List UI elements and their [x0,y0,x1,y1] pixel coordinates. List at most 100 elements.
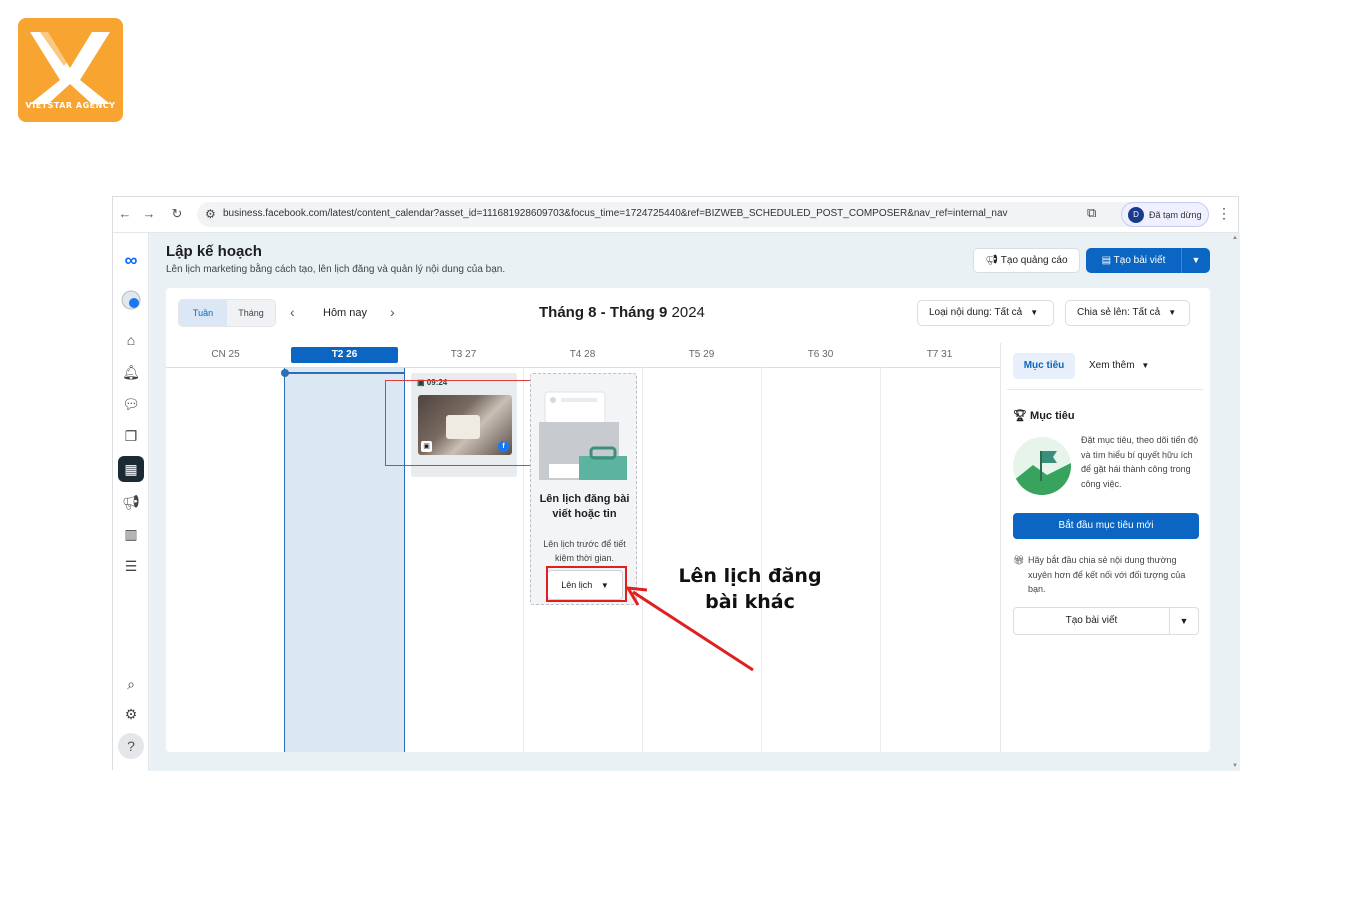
page-title: Lập kế hoạch [166,243,262,260]
grid-line [642,367,643,752]
browser-window: ← → ↻ ⚙ business.facebook.com/latest/con… [112,196,1240,771]
day-header[interactable]: T5 29 [642,343,761,367]
highlight-box-post [385,380,535,466]
profile-button[interactable]: D Đã tạm dừng [1121,202,1209,227]
day-header[interactable]: T7 31 [880,343,999,367]
day-header-label: T4 28 [569,349,596,360]
planner-main: Lập kế hoạch Lên lịch marketing bằng các… [150,233,1240,771]
highlight-box-schedule [546,566,627,602]
goal-description: Đặt mục tiêu, theo dõi tiến độ và tìm hi… [1081,435,1199,489]
calendar-planner-icon[interactable]: ▦ [118,456,144,482]
panel-divider [1007,389,1203,390]
day-header-label: T2 26 [291,347,398,363]
home-icon[interactable]: ⌂ [118,327,144,353]
current-time-line [284,372,405,374]
create-post-dropdown[interactable]: ▼ [1181,248,1210,273]
grid-line [880,367,881,752]
content-type-label: Loại nội dung: Tất cả [929,307,1023,318]
create-ad-button[interactable]: 📢︎ Tạo quảng cáo [973,248,1080,273]
address-bar[interactable]: ⚙ business.facebook.com/latest/content_c… [197,202,1185,227]
all-tools-menu-icon[interactable]: ☰ [118,553,144,579]
prev-week-chevron-icon[interactable]: ‹ [290,304,295,320]
post-icon: ▤ [1101,255,1112,266]
tab-goals[interactable]: Mục tiêu [1013,353,1075,379]
annotation-line-1: Lên lịch đăng [678,565,822,587]
calendar-panel: Tuần Tháng ‹ Hôm nay › Tháng 8 - Tháng 9… [166,288,1210,752]
annotation-text: Lên lịch đăng bài khác [665,563,835,615]
menu-kebab-icon[interactable]: ⋮ [1217,205,1231,222]
day-header[interactable]: CN 25 [166,343,285,367]
day-header[interactable]: T6 30 [761,343,880,367]
date-range-year: 2024 [671,304,705,321]
gift-icon: 🎁︎ [1013,555,1025,565]
side-create-post-dropdown[interactable]: ▼ [1169,607,1199,635]
left-sidebar: ∞ ⌂ 🔔︎ 💬︎ ❐ ▦ 📢︎ ▥ ☰ ⌕ ⚙ ? [113,233,149,771]
reload-icon[interactable]: ↻ [169,206,185,222]
forward-icon[interactable]: → [141,206,157,221]
meta-logo-icon[interactable]: ∞ [118,247,144,273]
annotation-line-2: bài khác [705,591,795,613]
notifications-bell-icon[interactable]: 🔔︎ [118,359,144,385]
content-type-filter[interactable]: Loại nội dung: Tất cả ▼ [917,300,1054,326]
create-ad-label: Tạo quảng cáo [1000,255,1068,266]
site-settings-icon[interactable]: ⚙ [205,207,216,221]
today-button[interactable]: Hôm nay [323,307,367,319]
megaphone-icon: 📢︎ [985,255,999,266]
day-header-label: T7 31 [926,349,953,360]
tab-month[interactable]: Tháng [227,300,275,326]
share-to-label: Chia sẻ lên: Tất cả [1077,307,1161,318]
next-week-chevron-icon[interactable]: › [390,304,395,320]
day-header-label: CN 25 [211,349,240,360]
create-post-button[interactable]: ▤ Tạo bài viết [1086,248,1181,273]
ads-megaphone-icon[interactable]: 📢︎ [118,489,144,515]
tab-week[interactable]: Tuần [179,300,227,326]
date-range: Tháng 8 - Tháng 9 2024 [539,304,705,321]
date-range-months: Tháng 8 - Tháng 9 [539,304,668,321]
search-icon[interactable]: ⌕ [118,671,144,697]
goals-side-panel: Mục tiêu Xem thêm ▼ 🏆︎ Mục tiêu Đặt mục … [1000,343,1210,752]
back-icon[interactable]: ← [117,206,133,221]
page-subtitle: Lên lịch marketing bằng cách tạo, lên lị… [166,264,506,275]
side-create-post-button[interactable]: Tạo bài viết [1013,607,1170,635]
caret-down-icon: ▼ [1168,308,1177,317]
scroll-down-icon[interactable]: ▼ [1232,763,1238,769]
caret-down-icon: ▼ [1030,308,1039,317]
settings-gear-icon[interactable]: ⚙ [118,701,144,727]
extensions-icon[interactable]: ⧉ [1087,205,1096,221]
goal-flag-illustration [1013,437,1071,495]
start-new-goal-button[interactable]: Bắt đầu mục tiêu mới [1013,513,1199,539]
share-tip-text: Hãy bắt đầu chia sẻ nội dung thường xuyê… [1028,555,1186,594]
caret-down-icon: ▼ [1141,361,1150,370]
grid-line [761,367,762,752]
day-header[interactable]: T2 26 [285,343,404,367]
tab-see-more[interactable]: Xem thêm ▼ [1089,353,1149,379]
insights-chart-icon[interactable]: ▥ [118,521,144,547]
profile-label: Đã tạm dừng [1149,210,1202,220]
view-toggle: Tuần Tháng [178,299,276,327]
content-icon[interactable]: ❐ [118,423,144,449]
share-tip: 🎁︎ Hãy bắt đầu chia sẻ nội dung thường x… [1013,553,1203,597]
url-text[interactable]: business.facebook.com/latest/content_cal… [223,208,1043,219]
current-time-dot [281,369,289,377]
avatar: D [1128,207,1144,223]
goals-heading: 🏆︎ Mục tiêu [1013,409,1075,422]
help-icon[interactable]: ? [118,733,144,759]
share-to-filter[interactable]: Chia sẻ lên: Tất cả ▼ [1065,300,1190,326]
day-header[interactable]: T3 27 [404,343,523,367]
day-header-label: T5 29 [688,349,715,360]
day-header-label: T6 30 [807,349,834,360]
see-more-label: Xem thêm [1089,360,1135,371]
trophy-icon: 🏆︎ [1013,410,1027,422]
logo-text: VIETSTAR AGENCY [25,101,116,110]
create-post-label: Tạo bài viết [1113,255,1166,266]
placeholder-title: Lên lịch đăng bài viết hoặc tin [539,493,630,520]
caret-down-icon: ▼ [1179,616,1189,626]
goals-heading-label: Mục tiêu [1030,410,1075,422]
vietstar-logo: VIETSTAR AGENCY [18,18,123,122]
caret-down-icon: ▼ [1191,255,1201,265]
scroll-up-icon[interactable]: ▲ [1232,235,1238,241]
inbox-chat-icon[interactable]: 💬︎ [118,391,144,417]
schedule-illustration [539,391,627,480]
page-avatar-icon[interactable] [118,287,144,313]
day-header[interactable]: T4 28 [523,343,642,367]
